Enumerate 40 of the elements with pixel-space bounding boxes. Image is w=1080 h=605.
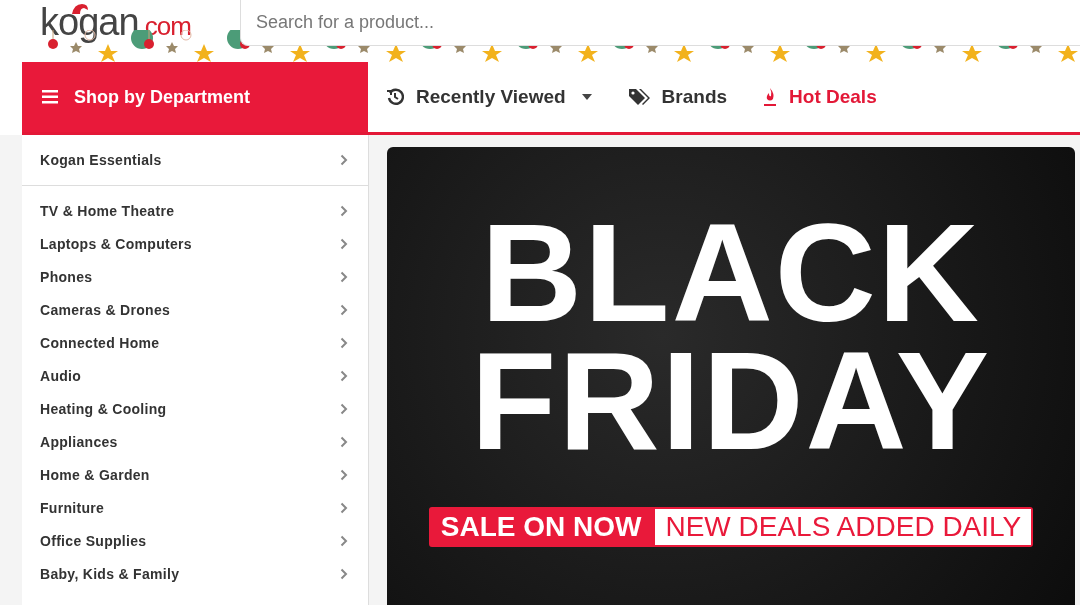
chevron-right-icon <box>340 567 348 580</box>
department-item[interactable]: Home & Garden <box>22 458 368 491</box>
chevron-right-icon <box>340 402 348 415</box>
sale-tag: SALE ON NOW <box>430 509 656 545</box>
history-icon <box>386 88 404 106</box>
chevron-right-icon <box>340 534 348 547</box>
menu-icon <box>42 90 58 104</box>
department-item[interactable]: Cameras & Drones <box>22 293 368 326</box>
department-item[interactable]: Baby, Kids & Family <box>22 557 368 590</box>
chevron-right-icon <box>340 270 348 283</box>
nav-link[interactable]: Recently Viewed <box>386 86 592 108</box>
department-item[interactable]: Audio <box>22 359 368 392</box>
chevron-right-icon <box>340 369 348 382</box>
chevron-right-icon <box>340 336 348 349</box>
chevron-right-icon <box>340 435 348 448</box>
chevron-right-icon <box>340 204 348 217</box>
department-item[interactable]: Laptops & Computers <box>22 227 368 260</box>
flame-icon <box>763 87 778 107</box>
tag-icon <box>627 88 650 106</box>
department-item[interactable]: TV & Home Theatre <box>22 194 368 227</box>
banner-headline: BLACK <box>481 209 981 337</box>
nav-link[interactable]: Brands <box>627 86 728 108</box>
department-item[interactable]: Connected Home <box>22 326 368 359</box>
department-item[interactable]: Kogan Essentials <box>22 135 368 186</box>
department-item[interactable]: Appliances <box>22 425 368 458</box>
department-item[interactable]: Heating & Cooling <box>22 392 368 425</box>
chevron-right-icon <box>340 501 348 514</box>
chevron-right-icon <box>340 154 348 166</box>
nav-link[interactable]: Hot Deals <box>763 86 877 108</box>
chevron-right-icon <box>340 468 348 481</box>
shop-by-department-button[interactable]: Shop by Department <box>22 62 368 132</box>
department-item[interactable]: Furniture <box>22 491 368 524</box>
chevron-right-icon <box>340 237 348 250</box>
search-field[interactable]: Search for a product... <box>240 0 1080 46</box>
chevron-right-icon <box>340 303 348 316</box>
promo-banner[interactable]: BLACK FRIDAY SALE ON NOW NEW DEALS ADDED DAILY <box>387 147 1075 605</box>
department-item[interactable]: Office Supplies <box>22 524 368 557</box>
banner-tagline: NEW DEALS ADDED DAILY <box>655 509 1032 545</box>
banner-headline: FRIDAY <box>470 337 992 465</box>
department-item[interactable]: Phones <box>22 260 368 293</box>
